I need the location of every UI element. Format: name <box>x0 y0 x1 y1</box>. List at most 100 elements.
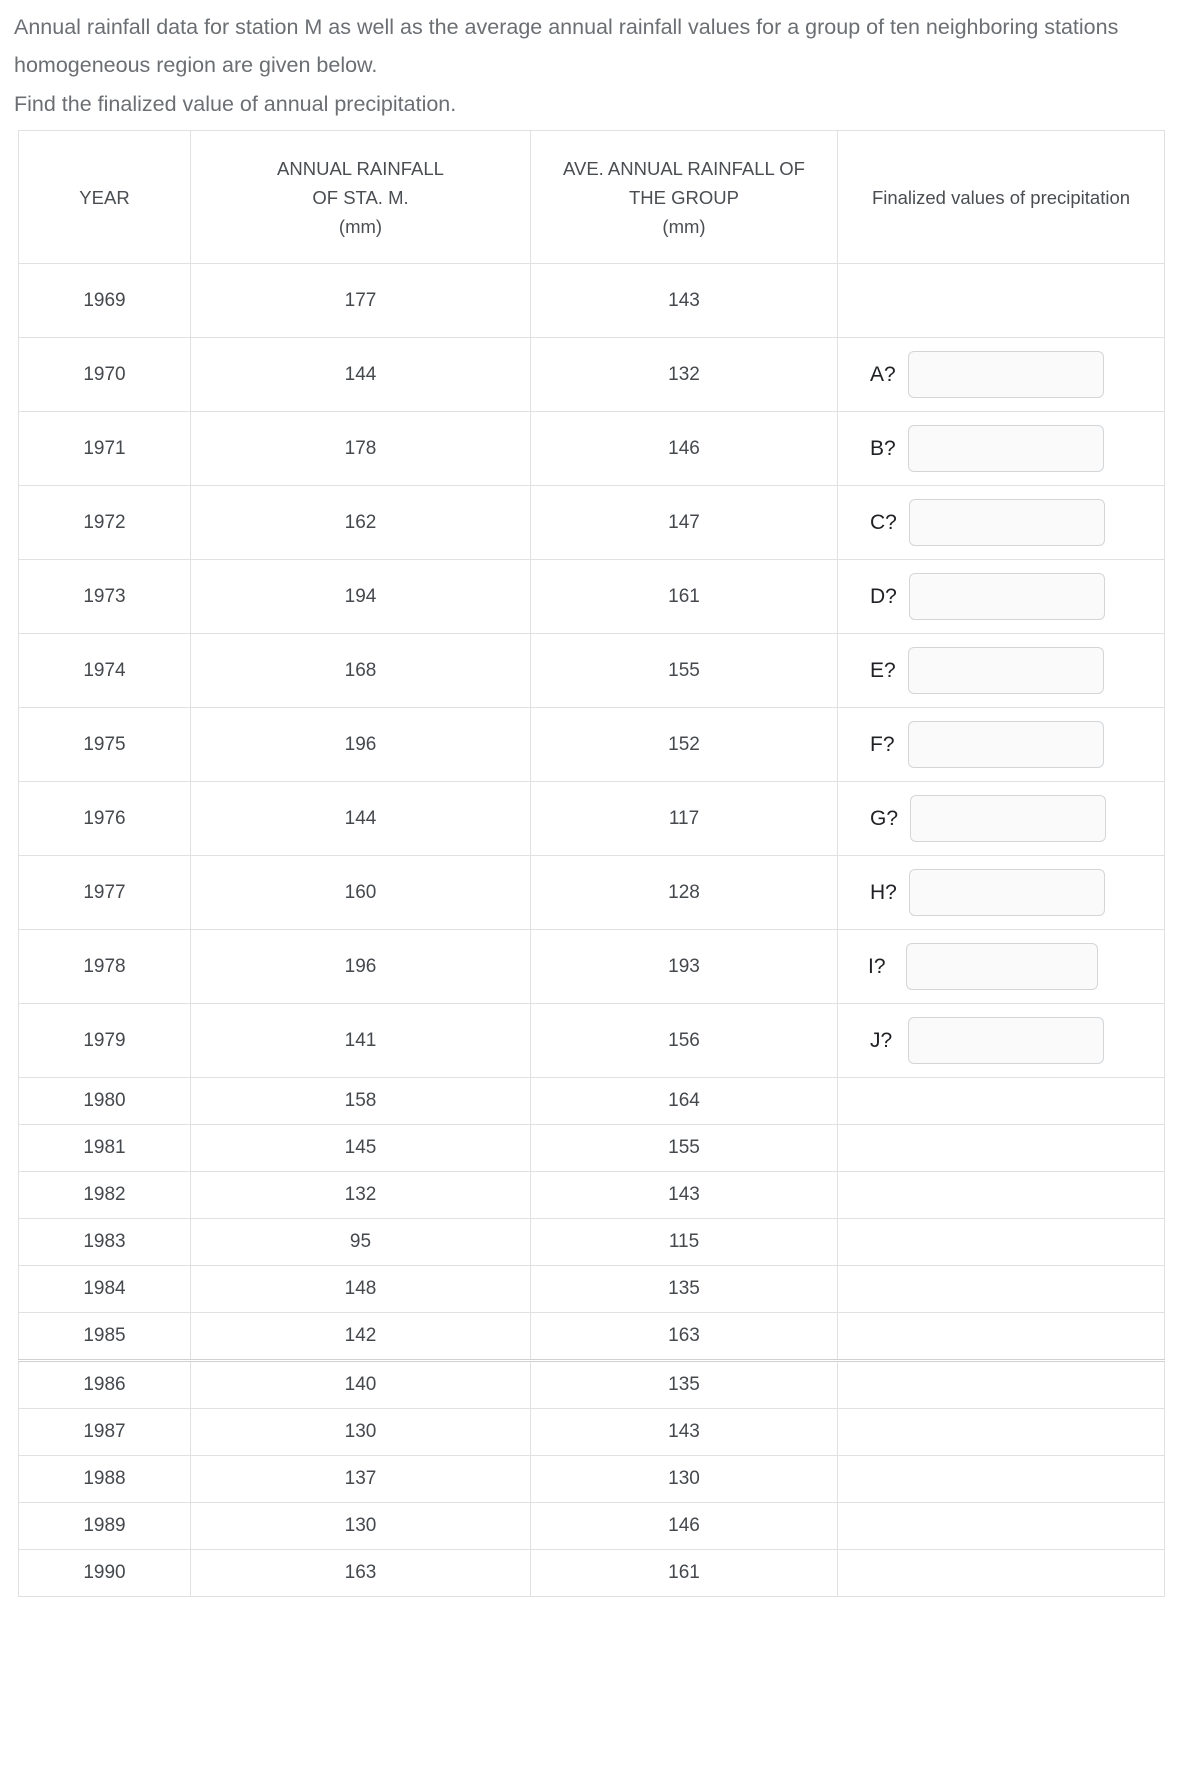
year-value: 1970 <box>83 363 126 385</box>
cell-group-rainfall: 152 <box>530 707 838 782</box>
group-rainfall-value: 152 <box>668 733 700 755</box>
year-value: 1971 <box>83 437 126 459</box>
cell-station-rainfall: 178 <box>190 411 531 486</box>
station-rainfall-value: 168 <box>344 659 377 681</box>
cell-group-rainfall: 161 <box>530 559 838 634</box>
blank-label: E? <box>870 658 896 682</box>
rainfall-table-container: YEAR ANNUAL RAINFALL OF STA. M. (mm) AVE… <box>18 130 1165 1597</box>
answer-input-e[interactable] <box>908 647 1104 694</box>
group-rainfall-value: 155 <box>668 1137 700 1158</box>
cell-year: 1981 <box>18 1124 191 1172</box>
cell-station-rainfall: 145 <box>190 1124 531 1172</box>
year-value: 1975 <box>83 733 126 755</box>
cell-finalized-value <box>837 1077 1165 1125</box>
cell-year: 1975 <box>18 707 191 782</box>
cell-finalized-value <box>837 1265 1165 1313</box>
table-row: 1971 178 146 B? <box>18 411 1165 486</box>
problem-statement-line-1: Annual rainfall data for station M as we… <box>14 15 1119 39</box>
year-value: 1977 <box>83 881 126 903</box>
answer-input-a[interactable] <box>908 351 1104 398</box>
cell-finalized-value: H? <box>837 855 1165 930</box>
header-finalized-values: Finalized values of precipitation <box>837 130 1165 264</box>
answer-input-f[interactable] <box>908 721 1104 768</box>
table-row: 1977 160 128 H? <box>18 855 1165 930</box>
cell-year: 1986 <box>18 1359 191 1409</box>
station-rainfall-value: 158 <box>344 1090 377 1111</box>
header-station-line-1: ANNUAL RAINFALL <box>277 157 444 179</box>
cell-year: 1971 <box>18 411 191 486</box>
finalized-answer-group: A? <box>838 338 1164 411</box>
cell-year: 1973 <box>18 559 191 634</box>
answer-input-j[interactable] <box>908 1017 1104 1064</box>
cell-station-rainfall: 168 <box>190 633 531 708</box>
cell-year: 1976 <box>18 781 191 856</box>
cell-group-rainfall: 135 <box>530 1359 838 1409</box>
group-rainfall-value: 161 <box>668 1562 700 1583</box>
answer-input-i[interactable] <box>906 943 1098 990</box>
header-year: YEAR <box>18 130 191 264</box>
cell-finalized-value: G? <box>837 781 1165 856</box>
table-row: 1969 177 143 <box>18 263 1165 338</box>
cell-station-rainfall: 162 <box>190 485 531 560</box>
header-group-rainfall: AVE. ANNUAL RAINFALL OF THE GROUP (mm) <box>530 130 838 264</box>
header-year-label: YEAR <box>79 186 130 208</box>
cell-station-rainfall: 130 <box>190 1502 531 1550</box>
year-value: 1973 <box>83 585 126 607</box>
table-row: 1979 141 156 J? <box>18 1003 1165 1078</box>
group-rainfall-value: 128 <box>668 881 700 903</box>
group-rainfall-value: 156 <box>668 1029 700 1051</box>
cell-finalized-value <box>837 1549 1165 1597</box>
group-rainfall-value: 143 <box>668 289 700 311</box>
cell-year: 1977 <box>18 855 191 930</box>
group-rainfall-value: 147 <box>668 511 700 533</box>
cell-station-rainfall: 137 <box>190 1455 531 1503</box>
cell-station-rainfall: 160 <box>190 855 531 930</box>
answer-input-b[interactable] <box>908 425 1104 472</box>
station-rainfall-value: 140 <box>344 1374 377 1395</box>
station-rainfall-value: 141 <box>344 1029 377 1051</box>
cell-finalized-value <box>837 1124 1165 1172</box>
group-rainfall-value: 163 <box>668 1325 700 1346</box>
answer-input-h[interactable] <box>908 869 1105 916</box>
table-row: 1987 130 143 <box>18 1408 1165 1456</box>
station-rainfall-value: 130 <box>344 1421 377 1442</box>
finalized-answer-group: D? <box>838 560 1164 633</box>
group-rainfall-value: 146 <box>668 437 700 459</box>
table-row: 1974 168 155 E? <box>18 633 1165 708</box>
cell-station-rainfall: 144 <box>190 781 531 856</box>
table-row: 1983 95 115 <box>18 1218 1165 1266</box>
cell-finalized-value <box>837 1218 1165 1266</box>
cell-finalized-value: D? <box>837 559 1165 634</box>
finalized-answer-group: J? <box>838 1004 1164 1077</box>
year-value: 1982 <box>83 1184 126 1205</box>
cell-year: 1990 <box>18 1549 191 1597</box>
year-value: 1985 <box>83 1325 126 1346</box>
blank-label: F? <box>870 732 895 756</box>
cell-station-rainfall: 177 <box>190 263 531 338</box>
cell-finalized-value: B? <box>837 411 1165 486</box>
cell-group-rainfall: 155 <box>530 633 838 708</box>
cell-finalized-value <box>837 1455 1165 1503</box>
year-value: 1976 <box>83 807 126 829</box>
rainfall-table: YEAR ANNUAL RAINFALL OF STA. M. (mm) AVE… <box>18 130 1165 1597</box>
station-rainfall-value: 194 <box>344 585 377 607</box>
blank-label: B? <box>870 436 896 460</box>
cell-finalized-value: F? <box>837 707 1165 782</box>
station-rainfall-value: 160 <box>344 881 377 903</box>
document-page: Annual rainfall data for station M as we… <box>0 0 1200 1770</box>
finalized-answer-group: H? <box>838 856 1164 929</box>
station-rainfall-value: 95 <box>349 1231 372 1252</box>
table-row: 1989 130 146 <box>18 1502 1165 1550</box>
answer-input-d[interactable] <box>908 573 1105 620</box>
answer-input-c[interactable] <box>908 499 1105 546</box>
year-value: 1972 <box>83 511 126 533</box>
year-value: 1987 <box>83 1421 126 1442</box>
cell-year: 1988 <box>18 1455 191 1503</box>
answer-input-g[interactable] <box>910 795 1107 842</box>
header-group-unit: (mm) <box>662 215 706 237</box>
blank-label: H? <box>870 880 897 904</box>
cell-year: 1983 <box>18 1218 191 1266</box>
problem-statement: Annual rainfall data for station M as we… <box>14 8 1200 84</box>
cell-year: 1979 <box>18 1003 191 1078</box>
cell-year: 1989 <box>18 1502 191 1550</box>
